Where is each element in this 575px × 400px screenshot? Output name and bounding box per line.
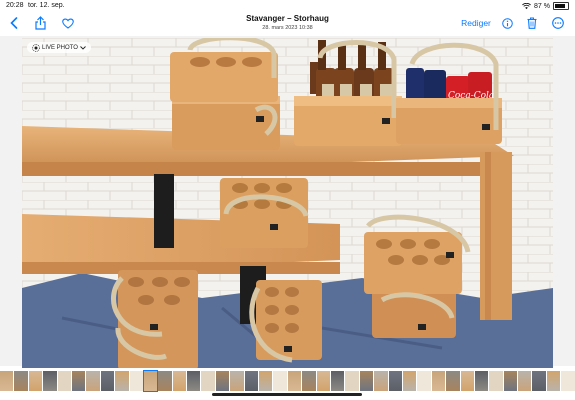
battery-percent: 87 %	[534, 2, 550, 10]
filmstrip-thumb[interactable]	[518, 371, 532, 391]
filmstrip-thumb[interactable]	[460, 371, 474, 391]
filmstrip-thumb[interactable]	[244, 371, 259, 391]
filmstrip[interactable]	[0, 370, 575, 392]
photo-toolbar: Stavanger – Storhaug 28. mars 2023 10:38…	[0, 12, 575, 36]
filmstrip-thumb[interactable]	[287, 371, 302, 391]
filmstrip-thumb[interactable]	[215, 371, 230, 391]
filmstrip-thumb[interactable]	[316, 371, 330, 391]
filmstrip-thumb[interactable]	[359, 371, 374, 391]
filmstrip-thumb[interactable]	[345, 371, 359, 391]
live-photo-icon	[32, 43, 40, 52]
photo-image: Coca-Cola	[22, 38, 553, 368]
filmstrip-thumb[interactable]	[561, 371, 575, 391]
filmstrip-thumb[interactable]	[388, 371, 402, 391]
shelf-side	[480, 152, 512, 320]
filmstrip-thumb[interactable]	[446, 371, 460, 391]
live-photo-label: LIVE PHOTO	[42, 44, 78, 51]
delete-button[interactable]	[525, 14, 539, 32]
status-time: 20:28	[6, 2, 24, 9]
live-photo-badge[interactable]: LIVE PHOTO	[27, 42, 91, 53]
filmstrip-thumb[interactable]	[546, 371, 561, 391]
filmstrip-thumb[interactable]	[532, 371, 546, 391]
filmstrip-thumb[interactable]	[86, 371, 100, 391]
more-icon	[552, 17, 564, 29]
filmstrip-thumb[interactable]	[115, 371, 129, 391]
filmstrip-thumb[interactable]	[374, 371, 388, 391]
filmstrip-thumb[interactable]	[273, 371, 287, 391]
caddy-stack-bottom-right	[364, 214, 471, 338]
info-button[interactable]	[500, 14, 514, 32]
status-right: 87 %	[522, 2, 569, 10]
filmstrip-thumb[interactable]	[230, 371, 244, 391]
filmstrip-thumb[interactable]	[259, 371, 273, 391]
status-date: tor. 12. sep.	[28, 2, 65, 9]
trash-icon	[527, 17, 537, 29]
filmstrip-thumb[interactable]	[201, 371, 215, 391]
caddy-bottom-left	[111, 270, 198, 368]
caddy-bottom-middle	[249, 280, 322, 363]
wifi-icon	[522, 2, 531, 9]
chevron-down-icon	[80, 45, 86, 50]
filmstrip-thumb[interactable]	[158, 371, 172, 391]
caddy-middle	[220, 178, 309, 248]
filmstrip-thumb[interactable]	[489, 371, 503, 391]
edit-button[interactable]: Rediger	[459, 14, 493, 32]
filmstrip-thumb-current[interactable]	[142, 370, 159, 392]
filmstrip-thumb[interactable]	[503, 371, 518, 391]
filmstrip-thumb[interactable]	[474, 371, 489, 391]
photo-viewer[interactable]: Coca-Cola LIVE PHOTO	[0, 36, 575, 368]
filmstrip-thumb[interactable]	[100, 371, 115, 391]
home-indicator	[212, 393, 362, 396]
filmstrip-thumb[interactable]	[187, 371, 201, 391]
filmstrip-thumb[interactable]	[330, 371, 345, 391]
info-icon	[501, 17, 513, 29]
filmstrip-thumb[interactable]	[431, 371, 446, 391]
caddy-stack-top-left	[170, 38, 280, 150]
filmstrip-thumb[interactable]	[0, 371, 14, 391]
filmstrip-thumb[interactable]	[28, 371, 43, 391]
filmstrip-thumb[interactable]	[57, 371, 71, 391]
filmstrip-thumb[interactable]	[302, 371, 316, 391]
filmstrip-thumb[interactable]	[172, 371, 187, 391]
filmstrip-thumb[interactable]	[43, 371, 57, 391]
filmstrip-thumb[interactable]	[71, 371, 86, 391]
more-button[interactable]	[551, 14, 565, 32]
filmstrip-thumb[interactable]	[129, 371, 143, 391]
filmstrip-thumb[interactable]	[402, 371, 417, 391]
status-bar: 20:28 tor. 12. sep. 87 %	[0, 0, 575, 12]
shelf-leg	[154, 174, 174, 248]
filmstrip-thumb[interactable]	[417, 371, 431, 391]
filmstrip-thumb[interactable]	[14, 371, 28, 391]
battery-icon	[553, 2, 569, 10]
